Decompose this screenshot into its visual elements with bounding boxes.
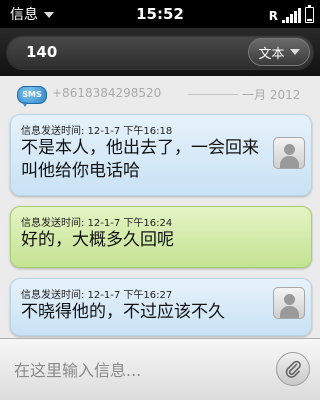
battery-icon [305,5,314,23]
attach-button[interactable] [276,352,310,386]
status-icons[interactable]: R [269,5,314,23]
divider-phone: +8618384298520 [52,86,162,100]
conversation-list[interactable]: SMS +8618384298520 一月 2012 信息发送时间: 12-1-… [0,76,320,338]
chevron-down-icon [44,12,54,18]
message-type-label: 文本 [258,46,285,62]
message-meta: 信息发送时间: 12-1-7 下午16:27 [21,290,173,301]
conversation-header: 140 文本 [0,28,320,76]
message-text: 不是本人，他出去了，一会回来叫他给你电话哈 [21,138,259,181]
compose-bar: 在这里输入信息... [0,338,320,400]
recipient-number: 140 [26,43,58,61]
sms-icon: SMS [17,86,47,107]
message-bubble-outgoing[interactable]: 信息发送时间: 12-1-7 下午16:24 好的，大概多久回呢 [10,206,312,268]
message-input[interactable]: 在这里输入信息... [14,357,141,381]
message-meta: 信息发送时间: 12-1-7 下午16:18 [21,126,173,137]
roaming-indicator: R [268,9,278,23]
date-divider: SMS +8618384298520 一月 2012 [0,82,320,107]
message-text: 不晓得他的，不过应该不久 [21,302,225,322]
app-menu-button[interactable]: 信息 [4,4,60,24]
message-text: 好的，大概多久回呢 [21,230,174,250]
message-meta: 信息发送时间: 12-1-7 下午16:24 [21,218,173,229]
paperclip-icon [285,360,301,378]
contact-avatar-icon[interactable] [273,137,305,169]
message-bubble-incoming[interactable]: 信息发送时间: 12-1-7 下午16:27 不晓得他的，不过应该不久 [10,278,312,336]
signal-icon [282,7,301,23]
app-menu-label: 信息 [10,7,38,23]
chevron-down-icon [289,49,300,55]
contact-avatar-icon[interactable] [273,287,305,319]
divider-date: 一月 2012 [242,88,301,102]
recipient-field[interactable]: 140 文本 [6,35,314,69]
divider-line [188,94,238,95]
message-bubble-incoming[interactable]: 信息发送时间: 12-1-7 下午16:18 不是本人，他出去了，一会回来叫他给… [10,114,312,196]
status-bar: 信息 15:52 R [0,0,320,28]
message-type-select[interactable]: 文本 [248,38,310,66]
